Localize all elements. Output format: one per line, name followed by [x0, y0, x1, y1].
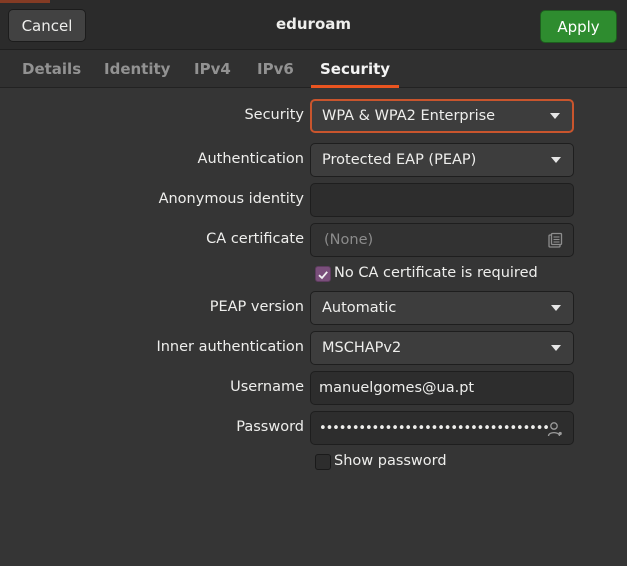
password-label: Password — [236, 419, 304, 435]
peap-version-value: Automatic — [322, 300, 397, 316]
security-label: Security — [244, 107, 304, 123]
security-value: WPA & WPA2 Enterprise — [322, 108, 496, 124]
tab-identity[interactable]: Identity — [104, 50, 170, 88]
authentication-combo[interactable]: Protected EAP (PEAP) — [310, 143, 574, 177]
inner-authentication-combo[interactable]: MSCHAPv2 — [310, 331, 574, 365]
anonymous-identity-field[interactable] — [310, 183, 574, 217]
cancel-button[interactable]: Cancel — [8, 9, 86, 42]
security-combo[interactable]: WPA & WPA2 Enterprise — [310, 99, 574, 133]
anonymous-identity-label: Anonymous identity — [158, 191, 304, 207]
ca-certificate-label: CA certificate — [206, 231, 304, 247]
tab-security[interactable]: Security — [310, 50, 400, 88]
network-settings-window: Cancel eduroam Apply Details Identity IP… — [0, 0, 627, 566]
show-password-checkbox[interactable] — [315, 454, 331, 470]
chevron-down-icon — [551, 305, 561, 311]
inner-authentication-value: MSCHAPv2 — [322, 340, 402, 356]
checkmark-icon — [318, 271, 328, 280]
apply-button[interactable]: Apply — [540, 10, 617, 43]
tab-ipv4[interactable]: IPv4 — [194, 50, 231, 88]
show-password-label[interactable]: Show password — [334, 453, 447, 469]
username-label: Username — [230, 379, 304, 395]
authentication-label: Authentication — [197, 151, 304, 167]
no-ca-required-label[interactable]: No CA certificate is required — [334, 265, 538, 281]
user-password-icon[interactable] — [546, 420, 564, 438]
password-field[interactable]: ••••••••••••••••••••••••••••••••••• — [310, 411, 574, 445]
chevron-down-icon — [550, 113, 560, 119]
title-accent — [0, 0, 50, 3]
tab-details[interactable]: Details — [22, 50, 81, 88]
tab-bar: Details Identity IPv4 IPv6 Security — [0, 50, 627, 88]
tab-ipv6[interactable]: IPv6 — [257, 50, 294, 88]
authentication-value: Protected EAP (PEAP) — [322, 152, 477, 168]
window-title: eduroam — [275, 15, 352, 33]
peap-version-label: PEAP version — [209, 299, 304, 315]
ca-certificate-field[interactable]: (None) — [310, 223, 574, 257]
username-field[interactable]: manuelgomes@ua.pt — [310, 371, 574, 405]
chevron-down-icon — [551, 345, 561, 351]
ca-certificate-value: (None) — [324, 232, 374, 248]
chevron-down-icon — [551, 157, 561, 163]
no-ca-required-checkbox[interactable] — [315, 266, 331, 282]
inner-authentication-label: Inner authentication — [156, 339, 304, 355]
header-bar: Cancel eduroam Apply — [0, 0, 627, 50]
peap-version-combo[interactable]: Automatic — [310, 291, 574, 325]
file-chooser-icon[interactable] — [546, 232, 564, 250]
password-value: ••••••••••••••••••••••••••••••••••• — [319, 420, 550, 436]
